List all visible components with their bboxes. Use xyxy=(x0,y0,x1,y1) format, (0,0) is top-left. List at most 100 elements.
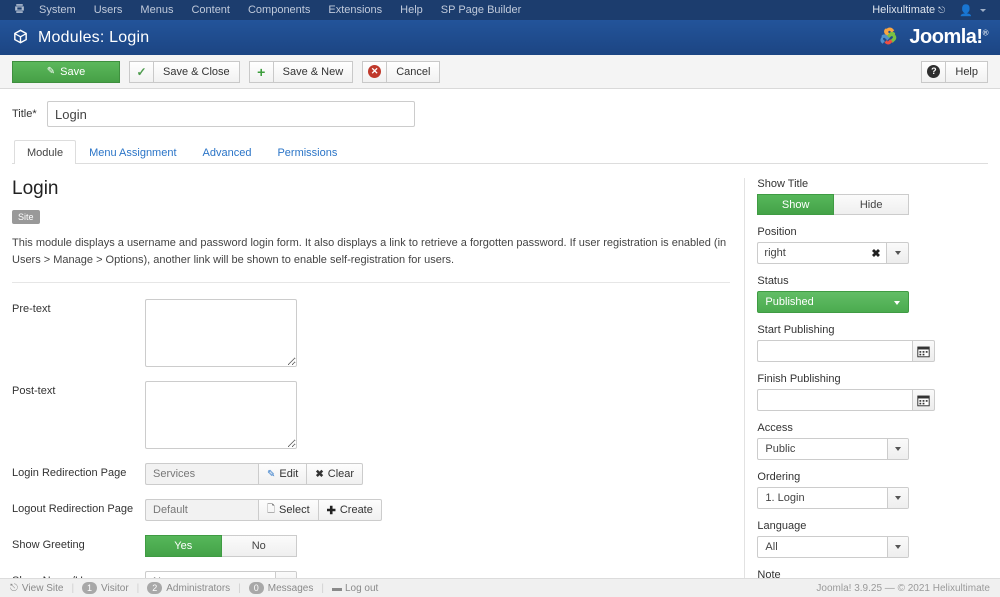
status-label: Status xyxy=(757,275,789,287)
divider: | xyxy=(238,582,241,594)
access-label: Access xyxy=(757,422,793,434)
access-field: Access Public xyxy=(757,422,988,460)
messages-count-badge: 0 xyxy=(248,582,264,594)
save-button-label: Save xyxy=(60,65,86,78)
logout-icon: ▬ xyxy=(331,582,342,594)
admin-bar-right: Helixultimate ⎋ 👤 xyxy=(872,4,992,17)
chevron-down-icon[interactable] xyxy=(980,8,986,12)
start-publishing-field: Start Publishing xyxy=(757,324,988,362)
tab-module[interactable]: Module xyxy=(14,140,77,164)
menu-item-users[interactable]: Users xyxy=(85,0,132,20)
visitor-label: Visitor xyxy=(101,582,129,594)
logout-link[interactable]: ▬ Log out xyxy=(332,583,378,594)
menu-item-menus[interactable]: Menus xyxy=(131,0,182,20)
posttext-textarea[interactable] xyxy=(145,381,297,450)
tab-menu-assignment[interactable]: Menu Assignment xyxy=(76,140,189,164)
view-site-link[interactable]: ⎋ View Site xyxy=(10,583,63,594)
position-field: Position right ✖ xyxy=(757,226,988,264)
finish-publishing-label: Finish Publishing xyxy=(757,373,841,385)
position-value[interactable]: right xyxy=(757,242,866,264)
start-publishing-group xyxy=(757,340,936,362)
copyright-text: Joomla! 3.9.25 — © 2021 Helixultimate xyxy=(816,582,990,594)
save-close-button[interactable]: Save & Close xyxy=(154,60,240,83)
save-button[interactable]: ✎ Save xyxy=(12,60,120,83)
chevron-down-icon xyxy=(887,537,909,557)
external-link-icon: ⎋ xyxy=(938,4,946,15)
pretext-row: Pre-text xyxy=(12,299,730,368)
start-publishing-input[interactable] xyxy=(757,340,913,362)
language-value: All xyxy=(765,541,778,553)
help-button[interactable]: Help xyxy=(946,60,988,83)
logout-redirect-create-button[interactable]: ✚ Create xyxy=(318,499,382,522)
title-input[interactable] xyxy=(47,101,415,127)
show-greeting-no[interactable]: No xyxy=(221,535,297,558)
login-redirect-edit-button[interactable]: ✎ Edit xyxy=(258,463,308,486)
calendar-icon[interactable] xyxy=(912,340,936,362)
tab-bar: Module Menu Assignment Advanced Permissi… xyxy=(12,140,988,164)
divider: | xyxy=(71,582,75,594)
chevron-down-icon xyxy=(887,439,909,459)
messages-count-link[interactable]: 0 Messages xyxy=(248,582,314,594)
status-bar: ⎋ View Site | 1 Visitor | 2 Administrato… xyxy=(0,578,1000,597)
chevron-down-icon xyxy=(887,488,909,508)
menu-item-components[interactable]: Components xyxy=(239,0,319,20)
logout-label: Log out xyxy=(344,582,379,594)
help-circle-icon[interactable]: ? xyxy=(921,60,947,83)
language-select[interactable]: All xyxy=(757,536,910,558)
pencil-square-icon: ✎ xyxy=(46,66,56,77)
login-redirect-group: ✎ Edit ✖ Clear xyxy=(145,463,364,486)
finish-publishing-input[interactable] xyxy=(757,389,913,411)
user-icon[interactable]: 👤 xyxy=(959,4,973,17)
access-select[interactable]: Public xyxy=(757,438,910,460)
messages-label: Messages xyxy=(267,582,314,594)
calendar-icon[interactable] xyxy=(912,389,936,411)
logout-redirect-select-button[interactable]: 🗋 Select xyxy=(258,499,319,522)
document-icon: 🗋 xyxy=(267,503,276,515)
status-select[interactable]: Published xyxy=(757,291,910,313)
menu-item-sp-page-builder[interactable]: SP Page Builder xyxy=(432,0,531,20)
editor-toolbar: ✎ Save ✓ Save & Close + Save & New ✕ Can… xyxy=(0,55,1000,89)
administrators-count-badge: 2 xyxy=(147,582,163,594)
title-field-row: Title* xyxy=(12,101,988,127)
plus-icon[interactable]: + xyxy=(248,60,274,83)
clear-x-icon[interactable]: ✖ xyxy=(865,242,888,264)
visitor-count-badge: 1 xyxy=(82,582,98,594)
chevron-down-icon[interactable] xyxy=(887,242,910,264)
show-title-label: Show Title xyxy=(757,178,809,190)
site-name-link[interactable]: Helixultimate ⎋ xyxy=(872,4,945,16)
administrators-count-link[interactable]: 2 Administrators xyxy=(147,582,230,594)
divider: | xyxy=(321,582,324,594)
finish-publishing-field: Finish Publishing xyxy=(757,373,988,411)
tab-advanced[interactable]: Advanced xyxy=(190,140,265,164)
menu-item-extensions[interactable]: Extensions xyxy=(319,0,391,20)
show-title-hide[interactable]: Hide xyxy=(833,194,910,215)
visitor-count-link[interactable]: 1 Visitor xyxy=(82,582,129,594)
cancel-button[interactable]: Cancel xyxy=(387,60,441,83)
administrators-label: Administrators xyxy=(166,582,231,594)
logout-redirect-input[interactable] xyxy=(145,499,258,522)
posttext-label: Post-text xyxy=(12,385,56,398)
menu-item-system[interactable]: System xyxy=(30,0,85,20)
login-redirect-input[interactable] xyxy=(145,463,258,486)
tab-permissions[interactable]: Permissions xyxy=(264,140,350,164)
pretext-textarea[interactable] xyxy=(145,299,297,368)
show-greeting-yes[interactable]: Yes xyxy=(145,535,222,558)
save-new-button[interactable]: Save & New xyxy=(273,60,354,83)
admin-top-menu-bar: System Users Menus Content Components Ex… xyxy=(0,0,1000,20)
login-redirect-clear-button[interactable]: ✖ Clear xyxy=(307,463,364,486)
clear-x-icon: ✖ xyxy=(315,468,324,480)
main-content: Title* Module Menu Assignment Advanced P… xyxy=(0,89,1000,597)
menu-item-help[interactable]: Help xyxy=(391,0,432,20)
cancel-circle-icon[interactable]: ✕ xyxy=(362,60,388,83)
language-label: Language xyxy=(757,520,807,532)
logout-redirect-create-label: Create xyxy=(339,504,373,517)
ordering-select[interactable]: 1. Login xyxy=(757,487,910,509)
module-cube-icon xyxy=(12,28,29,48)
module-description: This module displays a username and pass… xyxy=(12,235,731,284)
show-title-show[interactable]: Show xyxy=(757,194,834,215)
joomla-logo-icon[interactable] xyxy=(8,2,30,18)
check-icon[interactable]: ✓ xyxy=(129,60,154,83)
joomla-wordmark: Joomla!® xyxy=(909,26,988,48)
menu-item-content[interactable]: Content xyxy=(182,0,239,20)
module-settings-column: Login Site This module displays a userna… xyxy=(12,178,744,597)
